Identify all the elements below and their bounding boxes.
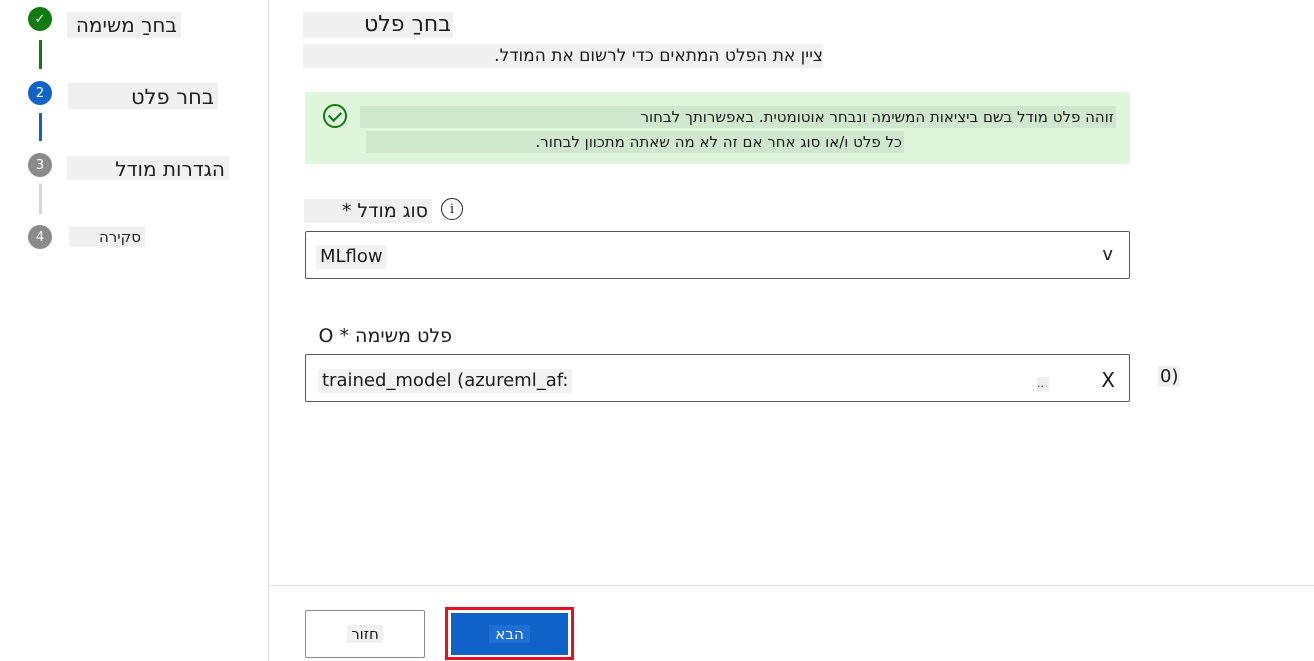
step-connector (39, 184, 42, 214)
step-2-number: 2 (28, 81, 52, 105)
model-type-select[interactable]: MLflow v (305, 231, 1130, 279)
step-3-label[interactable]: הגדרות מודל (67, 156, 229, 180)
auto-detect-banner: זוהה פלט מודל בשם ביציאות המשימה ונבחר א… (305, 92, 1130, 164)
next-button[interactable]: הבא (451, 613, 568, 655)
footer-divider (269, 585, 1314, 586)
step-4-label[interactable]: סקירה (69, 227, 145, 247)
model-type-value: MLflow (316, 245, 387, 269)
sidebar-divider (268, 0, 269, 661)
step-3-number: 3 (28, 153, 52, 177)
page-title: בחרַ פלט (303, 12, 453, 38)
step-connector (39, 40, 42, 69)
banner-text-line-2: כל פלט ו/או סוג אחר אם זה לא מה שאתה מתכ… (366, 131, 904, 153)
back-button[interactable]: חזור (305, 610, 425, 658)
banner-text-line-1: זוהה פלט מודל בשם ביציאות המשימה ונבחר א… (360, 106, 1116, 128)
page-subtitle: ציין את הפלט המתאים כדי לרשום את המודל. (303, 44, 823, 68)
step-1-label[interactable]: בחרַ משימה (67, 12, 181, 38)
job-output-value: trained_model (azureml_af: (318, 369, 573, 393)
step-2-label[interactable]: בחר פלט (68, 83, 218, 109)
job-output-extra-text: 0) (1158, 366, 1181, 387)
back-button-label: חזור (347, 625, 383, 643)
step-1-complete-icon: ✓ (28, 7, 52, 31)
step-connector (39, 113, 42, 141)
job-output-combobox[interactable]: trained_model (azureml_af: .. X (305, 354, 1130, 402)
info-icon[interactable]: i (441, 198, 463, 220)
chevron-down-icon[interactable]: v (1102, 244, 1113, 265)
model-type-label: סוג מודל * (304, 199, 432, 223)
check-circle-icon (323, 104, 347, 128)
step-4-number: 4 (28, 225, 52, 249)
job-output-label: פלט משימה * O (302, 324, 452, 348)
ellipsis-icon: .. (1037, 377, 1049, 391)
clear-icon[interactable]: X (1101, 368, 1115, 392)
next-button-label: הבא (489, 625, 530, 643)
